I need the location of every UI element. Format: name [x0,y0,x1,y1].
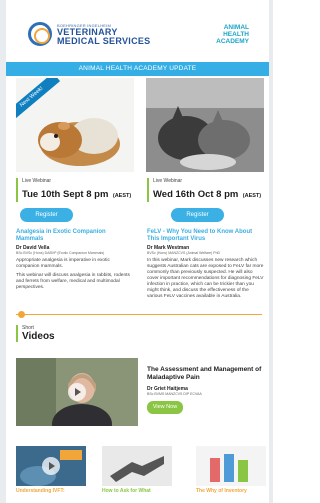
date-block: Live Webinar Wed 16th Oct 8 pm (AEST) [147,178,265,202]
academy-line3: ACADEMY [216,38,249,45]
feature-video-thumbnail[interactable] [16,358,138,426]
video-thumbnail-label-3[interactable]: The Why of Inventory [196,488,247,494]
divider-dot-icon [18,311,25,318]
webinar-card-1: Live Webinar Tue 10th Sept 8 pm (AEST) R… [16,178,134,294]
play-icon[interactable] [68,383,86,401]
guinea-pig-image[interactable]: Next Week! [16,78,134,172]
update-banner: ANIMAL HEALTH ACADEMY UPDATE [6,62,269,76]
feature-video-info: The Assessment and Management of Maladap… [147,366,265,414]
webinar-title[interactable]: FeLV - Why You Need to Know About This I… [147,229,265,243]
date-block: Live Webinar Tue 10th Sept 8 pm (AEST) [16,178,134,202]
presenter-credentials: BSc BVSc (Hons) DABVP (Exotic Companion … [16,251,105,255]
academy-line1: ANIMAL [223,24,249,31]
play-icon[interactable] [42,457,60,475]
header: BOEHRINGER INGELHEIM VETERINARY MEDICAL … [6,14,269,60]
webinar-description: Appropriate analgesia is imperative in e… [16,258,110,269]
newsletter-card: BOEHRINGER INGELHEIM VETERINARY MEDICAL … [6,0,269,503]
brand-logo[interactable]: BOEHRINGER INGELHEIM VETERINARY MEDICAL … [28,22,151,46]
webinar-date: Tue 10th Sept 8 pm [22,189,109,200]
webinar-timezone: (AEST) [242,193,262,199]
page-background: BOEHRINGER INGELHEIM VETERINARY MEDICAL … [0,0,273,503]
academy-line2: HEALTH [223,31,249,38]
videos-heading: Short Videos [16,325,55,342]
register-button[interactable]: Register [171,208,224,222]
feature-video-title[interactable]: The Assessment and Management of Maladap… [147,366,265,382]
webinar-date: Wed 16th Oct 8 pm [153,189,239,200]
video-thumbnail-label-1[interactable]: Understanding IVFT: [16,488,65,494]
presenter-credentials: BVSc (Hons) MANZCVS (Animal Welfare) PhD [147,251,221,255]
video-thumbnail-1[interactable] [16,446,86,486]
videos-title: Videos [22,331,55,342]
video-thumbnail-label-2[interactable]: How to Ask for What [102,488,151,494]
webinar-date-line: Wed 16th Oct 8 pm (AEST) [153,184,265,202]
handshake-illustration [102,446,172,486]
webinar-title[interactable]: Analgesia in Exotic Companion Mammals [16,229,134,243]
kittens-illustration [146,78,264,172]
view-now-button[interactable]: View Now [147,401,183,414]
webinar-card-2: Live Webinar Wed 16th Oct 8 pm (AEST) Re… [147,178,265,303]
feature-presenter-credentials: BSc BVMS MANZCVS DIP ECVAA [147,392,202,396]
webinar-timezone: (AEST) [112,193,132,199]
brand-text: BOEHRINGER INGELHEIM VETERINARY MEDICAL … [57,23,151,46]
webinar-description: This webinar will discuss analgesia in r… [16,273,130,290]
brand-ring-icon [28,22,52,46]
section-divider [16,314,262,315]
inventory-illustration [196,446,266,486]
kittens-image[interactable] [146,78,264,172]
video-thumbnail-3[interactable] [196,446,266,486]
video-thumbnail-2[interactable] [102,446,172,486]
webinar-description: In this webinar, Mark discusses new rese… [147,258,264,299]
register-button[interactable]: Register [20,208,73,222]
webinar-date-line: Tue 10th Sept 8 pm (AEST) [22,184,134,202]
brand-line2: MEDICAL SERVICES [57,35,151,46]
academy-logo[interactable]: ANIMAL HEALTH ACADEMY [216,24,249,45]
